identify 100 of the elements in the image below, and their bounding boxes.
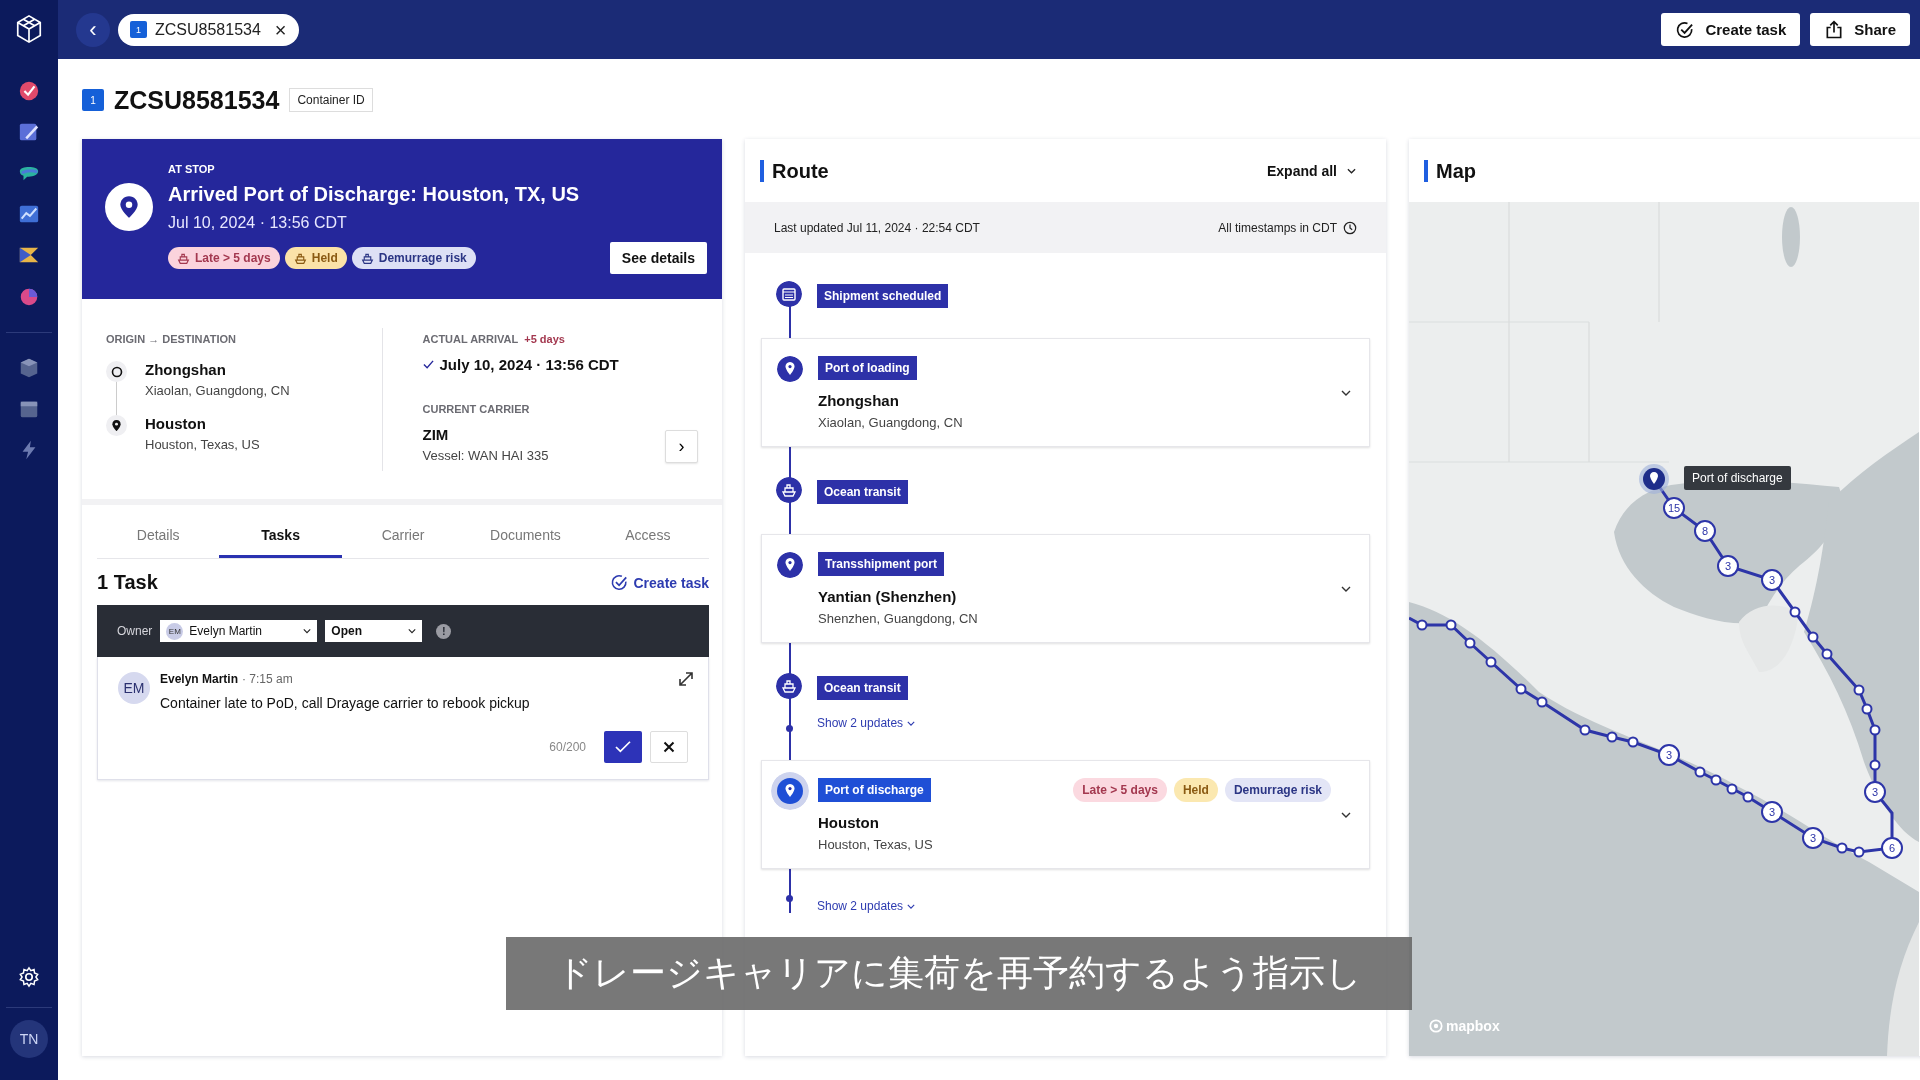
waypoint-marker[interactable] [1742,791,1754,803]
stop-label: Port of discharge [818,778,931,802]
expand-all-button[interactable]: Expand all [1260,161,1362,180]
waypoint-marker[interactable] [1710,774,1722,786]
create-task-button[interactable]: Create task [1661,13,1801,46]
tab[interactable]: Documents [464,519,587,558]
stop-label: Ocean transit [817,480,908,504]
user-avatar[interactable]: TN [10,1020,48,1058]
close-button[interactable]: × [268,19,287,40]
container-badge: 1 [130,21,147,38]
status-title: Arrived Port of Discharge: Houston, TX, US [168,183,581,206]
create-task-link[interactable]: Create task [609,573,709,592]
port-name: Houston [818,814,880,831]
waypoint-marker[interactable] [1464,637,1476,649]
chevron-down-icon[interactable] [1341,586,1351,592]
stop-card[interactable]: Transshipment port Yantian (Shenzhen) Shenzhen, Guangdong, CN [761,534,1370,643]
character-count: 60/200 [549,740,586,754]
show-updates-link[interactable]: Show 2 updates [817,716,916,730]
stop-card[interactable]: Port of loading Zhongshan Xiaolan, Guangdong, CN [761,338,1370,447]
map-attribution: mapbox [1429,1018,1500,1034]
container-badge: 1 [82,89,104,111]
timeline-dot [785,894,793,902]
close-icon [663,741,675,753]
waypoint-marker[interactable] [1694,766,1706,778]
mapbox-logo-icon [1429,1019,1443,1033]
status-time: Jul 10, 2024 · 13:56 CDT [168,214,348,232]
user-avatar: EM [118,672,150,704]
waypoint-marker[interactable] [1536,696,1548,708]
stop-card[interactable]: Port of discharge Late > 5 days Held Demurrage risk Houston Houston, Texas, US [761,760,1370,869]
ship-icon [177,251,190,265]
show-updates-link[interactable]: Show 2 updates [817,899,916,913]
stop-label: Port of loading [818,356,917,380]
waypoint-marker[interactable] [1853,684,1865,696]
pencil-icon[interactable] [18,121,40,143]
waypoint-marker[interactable] [1836,842,1848,854]
destination-place: Houston, Texas, US [145,437,260,452]
comment-text[interactable]: Container late to PoD, call Drayage carrier to rebook pickup [160,695,688,711]
chevron-down-icon[interactable] [1341,812,1351,818]
tab-label: ZCSU8581534 [155,20,261,39]
cancel-button[interactable] [650,731,688,763]
owner-name: Evelyn Martin [189,624,263,638]
document-tab[interactable]: 1 ZCSU8581534 × [118,13,299,46]
calendar-icon [776,281,802,307]
waypoint-marker[interactable] [1606,731,1618,743]
alert-icon[interactable]: ! [436,623,452,639]
check-circle-icon [609,573,629,592]
comment-time: · 7:15 am [242,672,293,686]
waypoint-marker[interactable] [1869,759,1881,771]
waypoint-marker[interactable] [1807,631,1819,643]
expand-icon[interactable] [678,671,694,687]
location-pin-icon [111,419,122,432]
chevron-down-icon [408,628,417,634]
waypoint-marker[interactable] [1789,606,1801,618]
status-dropdown[interactable]: Open [325,620,423,642]
back-button[interactable]: ‹ [76,12,110,47]
confirm-button[interactable] [604,731,642,763]
tab[interactable]: Tasks [219,519,342,558]
chevron-down-icon [1347,167,1356,174]
waypoint-marker[interactable] [1726,783,1738,795]
container-id-tag: Container ID [289,88,373,112]
ship-icon [293,251,307,265]
carrier-details-button[interactable]: › [665,430,698,463]
waypoint-marker[interactable] [1485,656,1497,668]
tab[interactable]: Access [586,519,710,558]
waypoint-marker[interactable] [1416,619,1428,631]
waypoint-marker[interactable] [1445,619,1457,631]
settings-icon[interactable] [18,966,40,988]
chevron-down-icon[interactable] [1341,390,1351,396]
port-name: Yantian (Shenzhen) [818,588,958,605]
share-button[interactable]: Share [1810,13,1910,46]
timezone-note: All timestamps in CDT [1218,220,1337,235]
chart-icon[interactable] [18,203,40,225]
status-label: AT STOP [168,163,216,175]
stop-label: Ocean transit [817,676,908,700]
check-icon [614,740,632,754]
status-tag: Held [1173,778,1218,802]
waypoint-marker[interactable] [1821,648,1833,660]
see-details-button[interactable]: See details [609,242,707,274]
status-tag: Late > 5 days [1073,778,1167,802]
status-tag: Late > 5 days [168,247,280,269]
waypoint-marker[interactable] [1515,683,1527,695]
waypoint-marker[interactable] [1869,724,1881,736]
user-avatar: EM [166,622,184,640]
tab[interactable]: Details [97,519,220,558]
logo-icon[interactable] [14,14,44,44]
waypoint-marker[interactable] [1853,846,1865,858]
last-updated: Last updated Jul 11, 2024 · 22:54 CDT [774,220,980,235]
cube-icon[interactable] [18,357,40,379]
port-name: Zhongshan [818,392,900,409]
waypoint-marker[interactable] [1579,724,1591,736]
waypoint-marker[interactable] [1627,736,1639,748]
owner-dropdown[interactable]: EM Evelyn Martin [160,620,318,642]
tab[interactable]: Carrier [341,519,465,558]
vessel-name: Vessel: WAN HAI 335 [422,448,549,463]
status-tag: Demurrage risk [351,247,476,269]
waypoint-marker[interactable] [1861,703,1873,715]
stop-label: Transshipment port [818,552,944,576]
check-icon[interactable] [18,80,40,102]
location-pin-icon[interactable] [1639,464,1669,494]
map-tooltip: Port of discharge [1684,466,1791,490]
